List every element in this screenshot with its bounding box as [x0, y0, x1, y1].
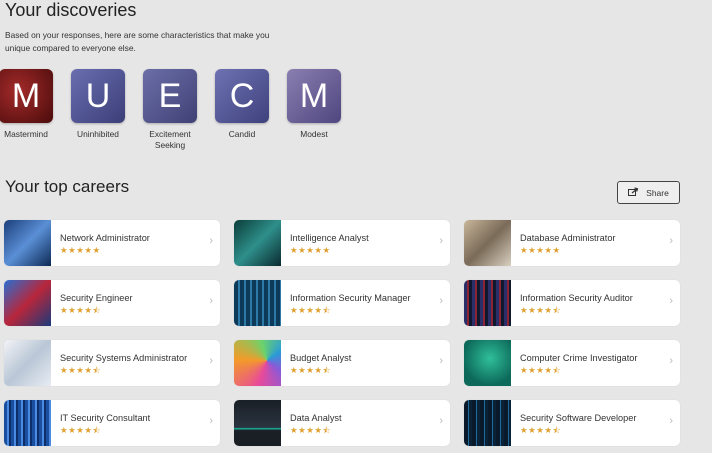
career-image — [4, 340, 51, 386]
trait-letter: U — [85, 77, 111, 115]
chevron-right-icon: › — [669, 235, 673, 247]
chevron-right-icon: › — [439, 235, 443, 247]
career-rating: ★★★★⯪ — [60, 425, 102, 435]
career-rating: ★★★★⯪ — [520, 425, 562, 435]
career-card-data-analyst[interactable]: Data Analyst ★★★★⯪ › — [234, 400, 450, 446]
career-card-security-engineer[interactable]: Security Engineer ★★★★⯪ › — [4, 280, 220, 326]
share-icon — [628, 187, 639, 198]
career-title: Budget Analyst — [290, 353, 352, 363]
career-card-security-software-developer[interactable]: Security Software Developer ★★★★⯪ › — [464, 400, 680, 446]
career-title: Database Administrator — [520, 233, 616, 243]
career-image — [464, 400, 511, 446]
career-rating: ★★★★⯪ — [60, 305, 102, 315]
career-card-it-security-consultant[interactable]: IT Security Consultant ★★★★⯪ › — [4, 400, 220, 446]
trait-candid[interactable]: C Candid — [206, 69, 278, 140]
trait-tile: C — [215, 69, 269, 123]
trait-letter: M — [11, 77, 41, 115]
career-image — [464, 220, 511, 266]
career-image — [464, 280, 511, 326]
career-image — [234, 400, 281, 446]
chevron-right-icon: › — [439, 295, 443, 307]
career-card-computer-crime-investigator[interactable]: Computer Crime Investigator ★★★★⯪ › — [464, 340, 680, 386]
trait-tile: M — [287, 69, 341, 123]
discoveries-description: Based on your responses, here are some c… — [5, 30, 270, 53]
career-rating: ★★★★⯪ — [60, 365, 102, 375]
chevron-right-icon: › — [209, 295, 213, 307]
share-button[interactable]: Share — [617, 181, 680, 204]
career-rating: ★★★★★ — [290, 245, 331, 255]
career-image — [234, 340, 281, 386]
chevron-right-icon: › — [209, 355, 213, 367]
career-card-budget-analyst[interactable]: Budget Analyst ★★★★⯪ › — [234, 340, 450, 386]
career-title: Data Analyst — [290, 413, 342, 423]
careers-title: Your top careers — [5, 177, 130, 196]
trait-tile: U — [71, 69, 125, 123]
trait-tile: M — [0, 69, 53, 123]
trait-label: Candid — [228, 129, 256, 139]
career-image — [464, 340, 511, 386]
career-image — [234, 280, 281, 326]
career-title: Security Systems Administrator — [60, 353, 188, 363]
trait-mastermind[interactable]: M Mastermind — [0, 69, 62, 140]
career-rating: ★★★★⯪ — [520, 305, 562, 315]
career-title: Information Security Auditor — [520, 293, 633, 303]
career-title: Intelligence Analyst — [290, 233, 369, 243]
career-card-information-security-manager[interactable]: Information Security Manager ★★★★⯪ › — [234, 280, 450, 326]
career-rating: ★★★★⯪ — [520, 365, 562, 375]
trait-label: Excitement Seeking — [149, 129, 191, 150]
career-title: Security Engineer — [60, 293, 133, 303]
chevron-right-icon: › — [439, 415, 443, 427]
career-rating: ★★★★★ — [520, 245, 561, 255]
career-rating: ★★★★⯪ — [290, 305, 332, 315]
discoveries-title: Your discoveries — [5, 0, 137, 20]
share-label: Share — [646, 187, 669, 198]
trait-letter: C — [229, 77, 255, 115]
trait-label: Modest — [300, 129, 328, 139]
career-title: IT Security Consultant — [60, 413, 151, 423]
career-card-database-administrator[interactable]: Database Administrator ★★★★★ › — [464, 220, 680, 266]
trait-uninhibited[interactable]: U Uninhibited — [62, 69, 134, 140]
career-title: Computer Crime Investigator — [520, 353, 638, 363]
trait-label: Mastermind — [4, 129, 48, 139]
career-rating: ★★★★⯪ — [290, 365, 332, 375]
career-image — [4, 220, 51, 266]
career-card-information-security-auditor[interactable]: Information Security Auditor ★★★★⯪ › — [464, 280, 680, 326]
career-title: Information Security Manager — [290, 293, 411, 303]
career-image — [234, 220, 281, 266]
career-image — [4, 400, 51, 446]
career-image — [4, 280, 51, 326]
chevron-right-icon: › — [669, 355, 673, 367]
trait-excitement-seeking[interactable]: E Excitement Seeking — [134, 69, 206, 151]
chevron-right-icon: › — [209, 415, 213, 427]
career-rating: ★★★★★ — [60, 245, 101, 255]
trait-letter: M — [299, 77, 329, 115]
trait-modest[interactable]: M Modest — [278, 69, 350, 140]
career-rating: ★★★★⯪ — [290, 425, 332, 435]
trait-letter: E — [158, 77, 182, 115]
chevron-right-icon: › — [669, 295, 673, 307]
trait-tile: E — [143, 69, 197, 123]
trait-label: Uninhibited — [77, 129, 119, 139]
career-title: Network Administrator — [60, 233, 150, 243]
chevron-right-icon: › — [209, 235, 213, 247]
career-card-security-systems-administrator[interactable]: Security Systems Administrator ★★★★⯪ › — [4, 340, 220, 386]
career-card-intelligence-analyst[interactable]: Intelligence Analyst ★★★★★ › — [234, 220, 450, 266]
chevron-right-icon: › — [669, 415, 673, 427]
career-title: Security Software Developer — [520, 413, 637, 423]
career-card-network-administrator[interactable]: Network Administrator ★★★★★ › — [4, 220, 220, 266]
chevron-right-icon: › — [439, 355, 443, 367]
